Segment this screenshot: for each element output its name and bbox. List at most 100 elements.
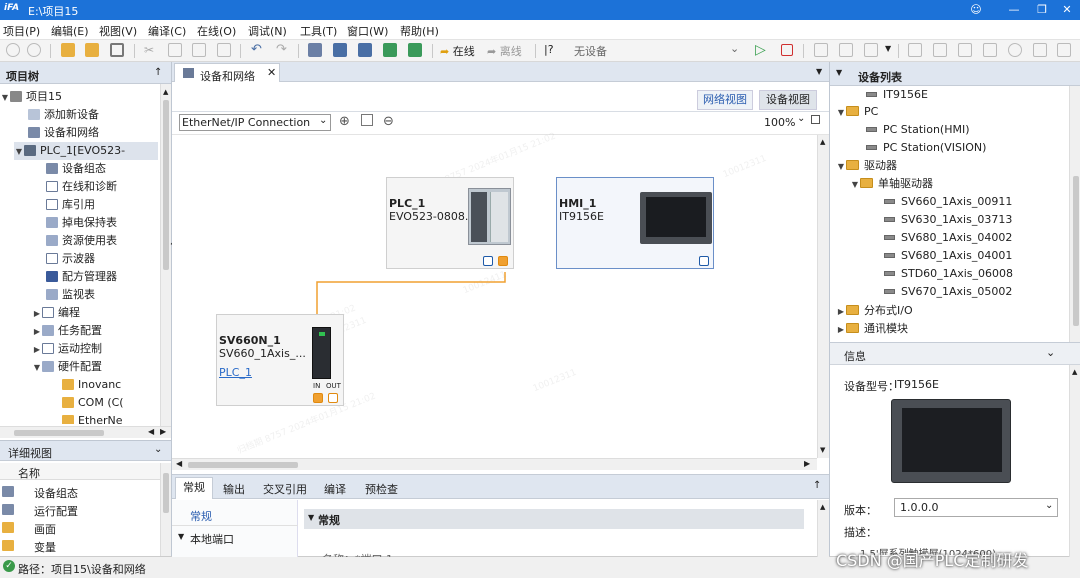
step-icon-5[interactable] <box>1033 43 1047 57</box>
expand-arrow-icon[interactable]: ▶ <box>32 341 42 359</box>
collapse-arrow-icon[interactable]: ▼ <box>32 359 42 377</box>
expand-arrow-icon[interactable]: ▶ <box>836 321 846 339</box>
tree-item-resource-table[interactable]: 资源使用表 <box>46 232 117 250</box>
device-item[interactable]: SV630_1Axis_03713 <box>884 211 1012 229</box>
scroll-up-icon[interactable]: ▲ <box>1072 368 1077 376</box>
scroll-up-icon[interactable]: ▲ <box>163 88 168 96</box>
detail-column-header[interactable]: 名称 <box>0 463 160 480</box>
scrollbar-thumb[interactable] <box>163 473 169 513</box>
detail-scrollbar[interactable] <box>160 463 171 557</box>
tree-item-task-config[interactable]: ▶ 任务配置 <box>32 322 102 340</box>
tool-icon-2[interactable] <box>839 43 853 57</box>
pin-icon[interactable]: ↑ <box>813 480 821 491</box>
detail-item[interactable]: 画面 <box>0 519 160 537</box>
info-scrollbar[interactable]: ▲ <box>1069 365 1080 557</box>
step-icon-3[interactable] <box>958 43 972 57</box>
open-project-icon[interactable] <box>85 43 99 57</box>
forward-icon[interactable] <box>27 43 41 57</box>
editor-horizontal-scrollbar[interactable]: ◀ ▶ <box>172 458 817 470</box>
folder-distributed-io[interactable]: ▶ 分布式I/O <box>836 302 913 320</box>
save-icon[interactable] <box>110 43 124 57</box>
collapse-arrow-icon[interactable]: ▼ <box>14 143 24 161</box>
tree-item-plc[interactable]: ▼ PLC_1[EVO523- <box>14 142 158 160</box>
expand-arrow-icon[interactable]: ▶ <box>32 305 42 323</box>
expand-arrow-icon[interactable]: ▶ <box>32 323 42 341</box>
tree-item-add-device[interactable]: 添加新设备 <box>28 106 99 124</box>
tree-item-programming[interactable]: ▶ 编程 <box>32 304 80 322</box>
undo-icon[interactable]: ↶ <box>251 43 265 57</box>
scroll-up-icon[interactable]: ▲ <box>820 138 825 146</box>
device-list-scrollbar[interactable] <box>1069 86 1080 342</box>
detail-item[interactable]: 变量 <box>0 537 160 555</box>
folder-pc[interactable]: ▼ PC <box>836 103 878 121</box>
tab-list-arrow-icon[interactable]: ▼ <box>816 67 822 76</box>
tree-item-com[interactable]: COM (C( <box>62 394 124 412</box>
folder-comm-modules[interactable]: ▶ 通讯模块 <box>836 320 908 338</box>
editor-vertical-scrollbar[interactable]: ▲ ▼ <box>817 135 829 458</box>
delete-icon[interactable] <box>217 43 231 57</box>
tree-item-retain-table[interactable]: 掉电保持表 <box>46 214 117 232</box>
simulate-icon[interactable] <box>383 43 397 57</box>
tree-item-recipe-manager[interactable]: 配方管理器 <box>46 268 117 286</box>
menu-debug[interactable]: 调试(N) <box>248 23 287 39</box>
menu-tools[interactable]: 工具(T) <box>300 23 337 39</box>
scroll-right-icon[interactable]: ▶ <box>804 459 810 468</box>
step-icon-4[interactable] <box>983 43 997 57</box>
menu-compile[interactable]: 编译(C) <box>148 23 186 39</box>
tree-vertical-scrollbar[interactable]: ▲ <box>160 84 171 426</box>
nav-local-port[interactable]: 本地端口 <box>190 531 234 547</box>
tree-item-devices-networks[interactable]: 设备和网络 <box>28 124 99 142</box>
scroll-down-icon[interactable]: ▼ <box>820 446 825 454</box>
device-select-chevron-icon[interactable]: ⌄ <box>730 42 739 55</box>
tree-item-motion-control[interactable]: ▶ 运动控制 <box>32 340 102 358</box>
scrollbar-thumb[interactable] <box>1073 176 1079 326</box>
cut-icon[interactable]: ✂ <box>144 43 158 57</box>
device-item[interactable]: SV680_1Axis_04001 <box>884 247 1012 265</box>
scroll-up-icon[interactable]: ▲ <box>820 503 825 511</box>
step-icon-2[interactable] <box>933 43 947 57</box>
user-icon[interactable]: ☺ <box>965 2 987 18</box>
device-item[interactable]: IT9156E <box>866 86 928 104</box>
step-icon-6[interactable] <box>1057 43 1071 57</box>
rt-icon[interactable] <box>408 43 422 57</box>
menu-project[interactable]: 项目(P) <box>3 23 40 39</box>
tree-item-oscilloscope[interactable]: 示波器 <box>46 250 95 268</box>
pin-icon[interactable]: ↑ <box>154 67 162 78</box>
download-icon[interactable] <box>333 43 347 57</box>
ethernet-connection-line[interactable] <box>172 82 829 472</box>
upload-icon[interactable] <box>358 43 372 57</box>
tab-output[interactable]: 输出 <box>223 481 245 497</box>
tool-icon-1[interactable] <box>814 43 828 57</box>
tree-item-hardware-config[interactable]: ▼ 硬件配置 <box>32 358 102 376</box>
menu-window[interactable]: 窗口(W) <box>347 23 388 39</box>
device-item[interactable]: PC Station(HMI) <box>866 121 970 139</box>
menu-view[interactable]: 视图(V) <box>99 23 137 39</box>
detail-item[interactable]: 设备组态 <box>0 483 160 501</box>
folder-drives[interactable]: ▼ 驱动器 <box>836 157 897 175</box>
collapse-arrow-icon[interactable]: ▼ <box>308 513 314 522</box>
device-item[interactable]: SV660_1Axis_00911 <box>884 193 1012 211</box>
menu-help[interactable]: 帮助(H) <box>400 23 439 39</box>
device-item[interactable]: SV680_1Axis_04002 <box>884 229 1012 247</box>
copy-icon[interactable] <box>168 43 182 57</box>
collapse-arrow-icon[interactable]: ▼ <box>836 158 846 176</box>
dropdown-arrow-icon[interactable]: ▼ <box>885 44 891 53</box>
restore-button[interactable]: ❐ <box>1031 2 1053 18</box>
paste-icon[interactable] <box>192 43 206 57</box>
tree-item-inovance[interactable]: Inovanc <box>62 376 121 394</box>
close-tab-icon[interactable]: ✕ <box>267 66 276 79</box>
h-scrollbar-thumb[interactable] <box>14 430 104 436</box>
chevron-down-icon[interactable]: ⌄ <box>1046 346 1055 359</box>
menu-online[interactable]: 在线(O) <box>197 23 236 39</box>
back-icon[interactable] <box>6 43 20 57</box>
scroll-left-icon[interactable]: ◀ <box>148 427 154 436</box>
new-project-icon[interactable] <box>61 43 75 57</box>
version-select[interactable]: 1.0.0.0 ⌄ <box>894 498 1058 517</box>
port-servo-in[interactable] <box>313 393 323 403</box>
servo-plc-link[interactable]: PLC_1 <box>219 366 252 379</box>
h-scrollbar-thumb[interactable] <box>188 462 298 468</box>
collapse-arrow-icon[interactable]: ▼ <box>836 68 842 77</box>
expand-arrow-icon[interactable]: ▶ <box>836 303 846 321</box>
tree-horizontal-scrollbar[interactable]: ◀ ▶ <box>0 426 171 438</box>
menu-edit[interactable]: 编辑(E) <box>51 23 89 39</box>
